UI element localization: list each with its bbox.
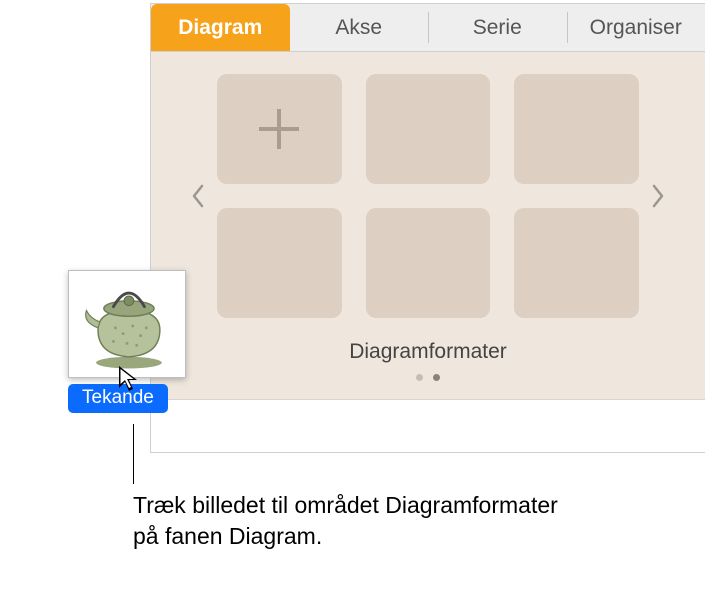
chart-styles-caption: Diagramformater <box>185 340 671 364</box>
pager-dot[interactable] <box>416 374 423 381</box>
tab-akse[interactable]: Akse <box>290 4 429 51</box>
tab-diagram[interactable]: Diagram <box>151 4 290 51</box>
dragged-image-thumbnail: Tekande <box>68 270 196 413</box>
inspector-panel: Diagram Akse Serie Organiser <box>150 3 705 453</box>
add-chart-style-button[interactable] <box>217 74 342 184</box>
dragged-image-filename: Tekande <box>68 384 168 413</box>
chart-style-slot[interactable] <box>366 208 491 318</box>
pager-dot[interactable] <box>433 374 440 381</box>
chevron-right-icon <box>651 184 665 208</box>
tab-serie[interactable]: Serie <box>428 4 567 51</box>
dragged-image-preview <box>68 270 186 378</box>
chevron-left-icon <box>191 184 205 208</box>
inspector-tabbar: Diagram Akse Serie Organiser <box>151 4 705 52</box>
styles-prev-button[interactable] <box>185 136 211 256</box>
chart-style-slot[interactable] <box>366 74 491 184</box>
chart-styles-grid <box>211 74 645 318</box>
plus-icon <box>251 101 307 157</box>
chart-style-slot[interactable] <box>217 208 342 318</box>
callout-leader-line <box>133 424 134 484</box>
chart-style-slot[interactable] <box>514 74 639 184</box>
callout-text: Træk billedet til området Diagramformate… <box>133 490 563 552</box>
tab-organiser[interactable]: Organiser <box>567 4 706 51</box>
styles-pager <box>185 374 671 381</box>
chart-style-slot[interactable] <box>514 208 639 318</box>
teapot-icon <box>69 271 185 377</box>
chart-styles-area: Diagramformater <box>151 52 705 400</box>
styles-next-button[interactable] <box>645 136 671 256</box>
